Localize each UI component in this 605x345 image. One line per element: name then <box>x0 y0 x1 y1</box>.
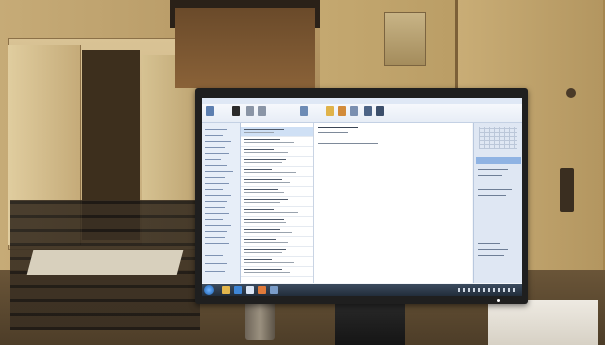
list-item[interactable] <box>241 187 313 197</box>
list-item[interactable] <box>241 247 313 257</box>
photo-scene <box>0 0 605 345</box>
folder-item[interactable] <box>205 243 229 244</box>
ribbon-toolbar <box>202 98 522 123</box>
power-led-icon <box>497 299 500 302</box>
list-item[interactable] <box>241 257 313 267</box>
list-item[interactable] <box>241 217 313 227</box>
paper-sheet <box>26 250 184 275</box>
forward-icon[interactable] <box>258 106 266 116</box>
folder-item[interactable] <box>205 141 231 142</box>
folder-item[interactable] <box>205 207 225 208</box>
folder-item[interactable] <box>205 165 227 166</box>
list-item[interactable] <box>241 207 313 217</box>
taskbar <box>202 284 522 296</box>
task-item[interactable] <box>478 243 500 244</box>
door-handle-icon <box>560 168 574 212</box>
folder-item[interactable] <box>205 213 229 214</box>
folder-item[interactable] <box>205 183 229 184</box>
folder-item[interactable] <box>205 159 221 160</box>
media-icon[interactable] <box>258 286 266 294</box>
ribbon-tabs <box>202 98 522 104</box>
task-item[interactable] <box>478 189 512 190</box>
list-item[interactable] <box>241 157 313 167</box>
folder-item[interactable] <box>205 271 225 272</box>
message-subject <box>318 127 358 128</box>
message-list <box>241 123 314 283</box>
system-tray[interactable] <box>458 288 518 292</box>
list-item[interactable] <box>241 167 313 177</box>
folder-item[interactable] <box>205 129 227 130</box>
browser-icon[interactable] <box>234 286 242 294</box>
app-icon[interactable] <box>270 286 278 294</box>
list-item[interactable] <box>241 237 313 247</box>
folder-item[interactable] <box>205 231 227 232</box>
folder-item[interactable] <box>205 189 223 190</box>
list-item[interactable] <box>241 137 313 147</box>
folder-item[interactable] <box>205 171 233 172</box>
box-icon <box>488 300 598 345</box>
folder-icon[interactable] <box>222 286 230 294</box>
folder-item[interactable] <box>205 195 231 196</box>
rules-icon[interactable] <box>326 106 334 116</box>
message-body-line <box>318 143 378 144</box>
list-item[interactable] <box>241 127 313 137</box>
folder-item[interactable] <box>205 225 231 226</box>
folder-item[interactable] <box>205 153 229 154</box>
folder-item[interactable] <box>205 237 225 238</box>
task-item[interactable] <box>478 195 506 196</box>
task-item[interactable] <box>478 169 508 170</box>
folder-item[interactable] <box>205 255 223 256</box>
task-item[interactable] <box>478 175 502 176</box>
address-book-icon[interactable] <box>376 106 384 116</box>
wooden-box <box>175 8 315 88</box>
folder-pane <box>202 123 241 283</box>
reply-icon[interactable] <box>246 106 254 116</box>
task-item[interactable] <box>478 255 504 256</box>
calendar-grid[interactable] <box>479 127 517 149</box>
folder-item[interactable] <box>205 177 225 178</box>
monitor-stand <box>335 300 405 345</box>
task-item[interactable] <box>478 249 508 250</box>
folder-item[interactable] <box>205 135 223 136</box>
appointment-item[interactable] <box>476 157 521 164</box>
wall-electrical-box <box>384 12 426 66</box>
list-item[interactable] <box>241 197 313 207</box>
move-icon[interactable] <box>300 106 308 116</box>
todo-bar <box>473 123 522 283</box>
reading-pane <box>314 123 472 283</box>
message-sender <box>318 132 348 133</box>
new-mail-icon[interactable] <box>206 106 214 116</box>
delete-icon[interactable] <box>232 106 240 116</box>
folder-item[interactable] <box>205 147 225 148</box>
windows-start-icon[interactable] <box>204 285 214 295</box>
folder-item[interactable] <box>205 263 227 264</box>
list-item[interactable] <box>241 177 313 187</box>
categorize-icon[interactable] <box>350 106 358 116</box>
tags-icon[interactable] <box>338 106 346 116</box>
mug-icon <box>245 300 275 340</box>
list-item[interactable] <box>241 267 313 277</box>
list-item[interactable] <box>241 227 313 237</box>
list-item[interactable] <box>241 147 313 157</box>
folder-item[interactable] <box>205 219 223 220</box>
find-icon[interactable] <box>364 106 372 116</box>
monitor-screen <box>202 98 522 296</box>
mail-icon[interactable] <box>246 286 254 294</box>
door-knob-icon <box>566 88 576 98</box>
folder-item[interactable] <box>205 201 227 202</box>
